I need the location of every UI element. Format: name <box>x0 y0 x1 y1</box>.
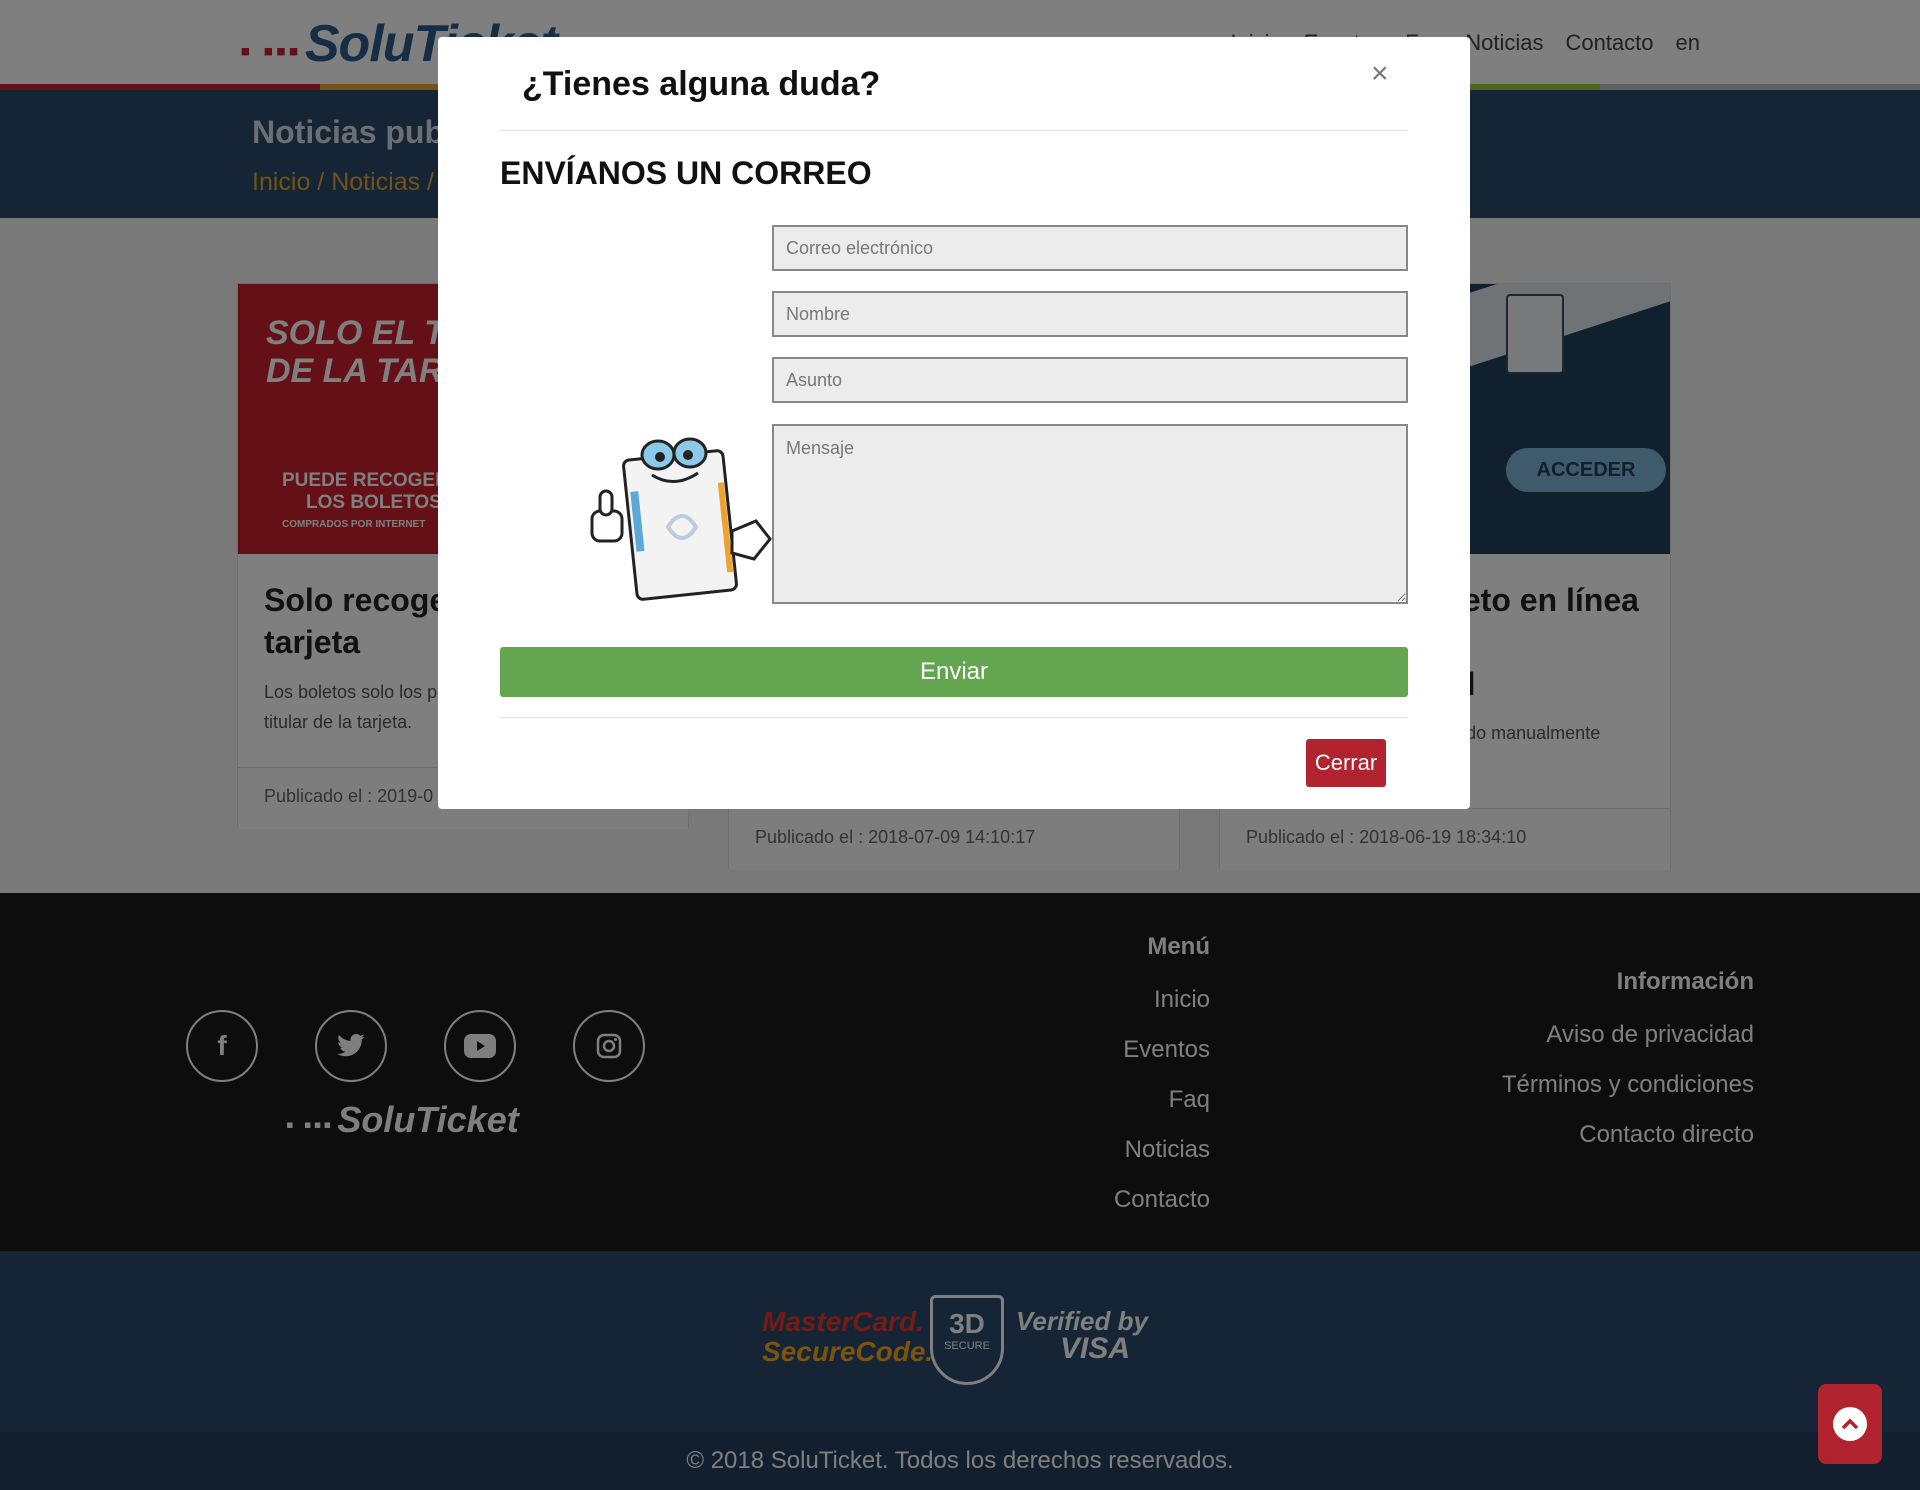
ticket-mascot-icon <box>590 437 772 601</box>
close-button[interactable]: Cerrar <box>1306 739 1386 787</box>
name-field[interactable] <box>772 291 1408 337</box>
send-button[interactable]: Enviar <box>500 647 1408 697</box>
chevron-up-icon <box>1833 1407 1867 1441</box>
contact-modal: ¿Tienes alguna duda? × ENVÍANOS UN CORRE… <box>438 37 1470 809</box>
subject-field[interactable] <box>772 357 1408 403</box>
modal-title: ¿Tienes alguna duda? <box>522 65 881 103</box>
divider <box>500 130 1408 131</box>
email-field[interactable] <box>772 225 1408 271</box>
modal-subtitle: ENVÍANOS UN CORREO <box>500 155 872 191</box>
close-icon[interactable]: × <box>1371 57 1389 91</box>
scroll-to-top-button[interactable] <box>1818 1384 1882 1464</box>
divider <box>500 717 1408 718</box>
message-field[interactable] <box>772 424 1408 604</box>
